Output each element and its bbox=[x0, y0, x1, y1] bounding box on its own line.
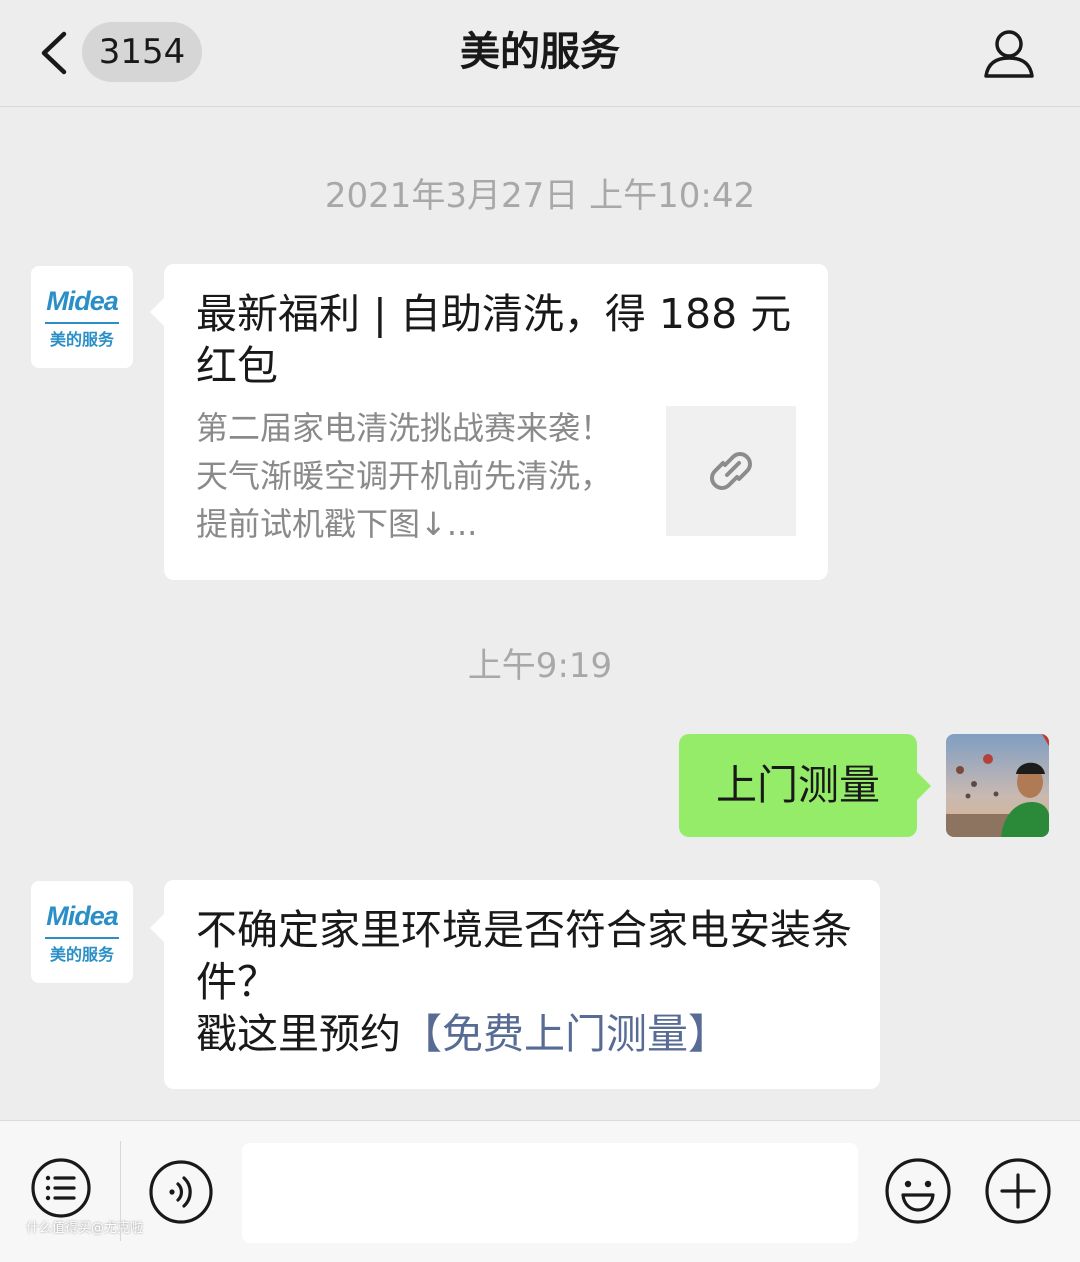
unread-count-badge[interactable]: 3154 bbox=[82, 22, 202, 82]
link-icon bbox=[710, 452, 752, 490]
free-measurement-link[interactable]: 【免费上门测量】 bbox=[401, 1010, 729, 1058]
logo-divider bbox=[45, 322, 119, 324]
logo-divider bbox=[45, 937, 119, 939]
message-line: 不确定家里环境是否符合家电安装条件？ bbox=[196, 906, 852, 1006]
chat-input-bar: 什么值得买@尤克啦 bbox=[0, 1120, 1080, 1262]
received-message-bubble: 不确定家里环境是否符合家电安装条件？ 戳这里预约【免费上门测量】 bbox=[150, 880, 880, 1089]
message-timestamp: 上午9:19 bbox=[467, 646, 613, 686]
sender-avatar[interactable]: Midea 美的服务 bbox=[31, 266, 133, 368]
sender-avatar[interactable]: Midea 美的服务 bbox=[31, 881, 133, 983]
voice-icon[interactable] bbox=[148, 1159, 214, 1225]
sent-message-text: 上门测量 bbox=[716, 761, 880, 809]
link-card-title: 最新福利 | 自助清洗，得 188 元红包 bbox=[196, 290, 792, 390]
message-timestamp: 2021年3月27日 上午10:42 bbox=[324, 176, 756, 216]
message-input[interactable] bbox=[242, 1143, 858, 1243]
emoji-icon[interactable] bbox=[884, 1157, 952, 1225]
link-card-message[interactable]: 最新福利 | 自助清洗，得 188 元红包 第二届家电清洗挑战赛来袭！天气渐暖空… bbox=[150, 264, 828, 580]
link-card-description: 第二届家电清洗挑战赛来袭！天气渐暖空调开机前先清洗，提前试机戳下图↓... bbox=[196, 409, 613, 543]
person-icon[interactable] bbox=[982, 26, 1036, 80]
midea-logo: Midea bbox=[46, 286, 119, 316]
sent-message-bubble[interactable]: 上门测量 bbox=[679, 734, 931, 837]
toolbar-divider bbox=[120, 1141, 121, 1241]
user-avatar[interactable] bbox=[946, 734, 1049, 837]
received-message-text: 不确定家里环境是否符合家电安装条件？ 戳这里预约【免费上门测量】 bbox=[196, 904, 856, 1060]
chevron-left-icon[interactable] bbox=[36, 30, 72, 76]
midea-logo-subtitle: 美的服务 bbox=[49, 330, 114, 349]
midea-logo-subtitle: 美的服务 bbox=[49, 945, 114, 964]
watermark-text: 什么值得买@尤克啦 bbox=[26, 1221, 144, 1236]
message-line: 戳这里预约 bbox=[196, 1010, 401, 1058]
midea-logo: Midea bbox=[46, 901, 119, 931]
plus-icon[interactable] bbox=[984, 1157, 1052, 1225]
user-avatar-photo bbox=[946, 734, 1049, 837]
chat-title: 美的服务 bbox=[460, 29, 620, 75]
menu-list-icon[interactable] bbox=[30, 1157, 92, 1219]
link-card-thumbnail bbox=[666, 406, 796, 536]
chat-header: 3154 美的服务 bbox=[0, 0, 1080, 107]
